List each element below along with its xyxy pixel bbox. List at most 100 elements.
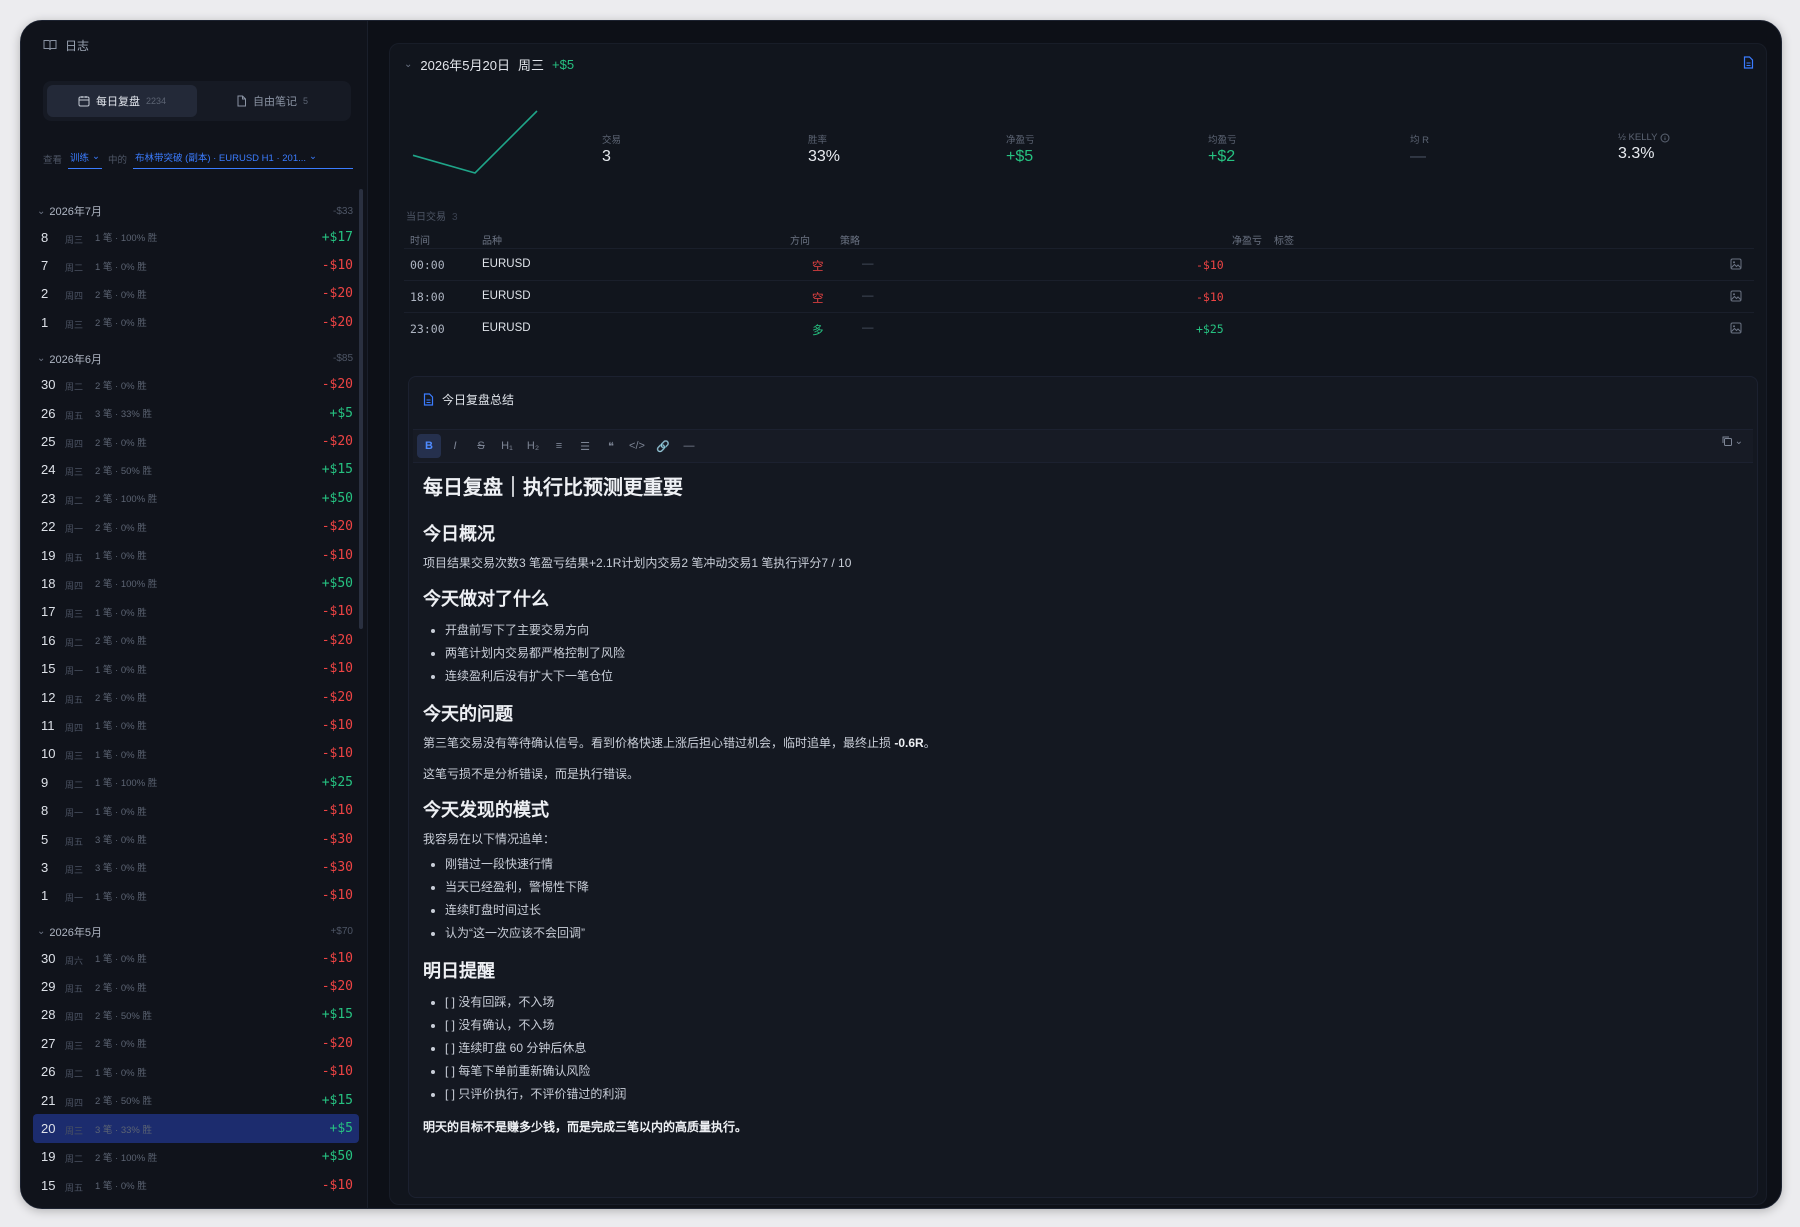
day-list-item[interactable]: 15 周五 1 笔 · 0% 胜 -$10 xyxy=(33,1171,359,1199)
day-list-item[interactable]: 27 周三 2 笔 · 0% 胜 -$20 xyxy=(33,1029,359,1057)
day-pnl: -$10 xyxy=(321,803,353,819)
italic-button[interactable]: I xyxy=(443,434,467,458)
trade-pnl: -$10 xyxy=(1196,290,1224,304)
problem-text-a: 第三笔交易没有等待确认信号。看到价格快速上涨后担心错过机会，临时追单，最终止损 xyxy=(423,736,895,750)
chevron-down-icon: ⌄ xyxy=(309,151,318,162)
filter-source-select[interactable]: 布林带突破 (副本) · EURUSD H1 · 201... ⌄ xyxy=(133,150,353,169)
link-button[interactable]: 🔗 xyxy=(651,434,675,458)
month-sum: +$70 xyxy=(330,926,353,938)
day-list-item[interactable]: 24 周三 2 笔 · 50% 胜 +$15 xyxy=(33,456,359,484)
trade-symbol: EURUSD xyxy=(482,322,531,334)
filter-view-select[interactable]: 训练 ⌄ xyxy=(68,150,102,169)
code-button[interactable]: </> xyxy=(625,434,649,458)
col-time[interactable]: 时间 xyxy=(410,232,430,247)
stat-label: ½ KELLY xyxy=(1618,132,1670,143)
day-list-item[interactable]: 26 周二 1 笔 · 0% 胜 -$10 xyxy=(33,1058,359,1086)
day-list-item[interactable]: 15 周一 1 笔 · 0% 胜 -$10 xyxy=(33,654,359,682)
trade-row[interactable]: 00:00 EURUSD 空 — -$10 xyxy=(404,248,1754,281)
trade-row[interactable]: 18:00 EURUSD 空 — -$10 xyxy=(404,280,1754,313)
editor-toolbar: B I S H₁ H₂ ≡ ☰ ❝ </> 🔗 — ⌄ xyxy=(413,429,1753,463)
trade-screenshot-button[interactable] xyxy=(1730,290,1742,305)
day-weekday: 周四 xyxy=(65,580,84,591)
day-list-item[interactable]: 23 周二 2 笔 · 100% 胜 +$50 xyxy=(33,484,359,512)
day-meta: 1 笔 · 0% 胜 xyxy=(95,261,147,273)
trade-pnl: -$10 xyxy=(1196,258,1224,272)
open-note-button[interactable] xyxy=(1743,56,1754,74)
stat-value: +$5 xyxy=(1006,148,1034,165)
bullet-list-button[interactable]: ≡ xyxy=(547,434,571,458)
day-list-item[interactable]: 29 周五 2 笔 · 0% 胜 -$20 xyxy=(33,972,359,1000)
section-pattern-text: 我容易在以下情况追单： xyxy=(423,832,556,846)
trade-screenshot-button[interactable] xyxy=(1730,322,1742,337)
col-pnl[interactable]: 净盈亏 xyxy=(1232,232,1262,247)
tab-daily-review[interactable]: 每日复盘 2234 xyxy=(47,85,197,117)
day-list-item[interactable]: 17 周三 1 笔 · 0% 胜 -$10 xyxy=(33,598,359,626)
day-list-item[interactable]: 10 周三 1 笔 · 0% 胜 -$10 xyxy=(33,740,359,768)
month-header[interactable]: ⌄ 2026年5月 +$70 xyxy=(33,920,359,944)
tab-daily-review-label: 每日复盘 xyxy=(95,96,140,108)
day-list-item[interactable]: 16 周二 2 笔 · 0% 胜 -$20 xyxy=(33,626,359,654)
day-weekday: 周三 xyxy=(65,864,84,875)
day-list-item[interactable]: 19 周五 1 笔 · 0% 胜 -$10 xyxy=(33,541,359,569)
month-header[interactable]: ⌄ 2026年6月 -$85 xyxy=(33,347,359,371)
day-pnl: -$10 xyxy=(321,1177,353,1193)
day-list-item[interactable]: 22 周一 2 笔 · 0% 胜 -$20 xyxy=(33,513,359,541)
day-list-item[interactable]: 1 周三 2 笔 · 0% 胜 -$20 xyxy=(33,308,359,336)
col-direction[interactable]: 方向 xyxy=(790,232,810,247)
trade-row[interactable]: 23:00 EURUSD 多 — +$25 xyxy=(404,312,1754,345)
month-header[interactable]: ⌄ 2026年7月 -$33 xyxy=(33,199,359,223)
col-tags[interactable]: 标签 xyxy=(1274,232,1294,247)
trade-direction: 多 xyxy=(812,325,824,337)
trade-screenshot-button[interactable] xyxy=(1730,258,1742,273)
day-number: 19 xyxy=(41,1149,56,1165)
day-number: 15 xyxy=(41,661,56,677)
day-list-item[interactable]: 1 周一 1 笔 · 0% 胜 -$10 xyxy=(33,882,359,910)
list-item: 当天已经盈利，警惕性下降 xyxy=(445,876,1743,899)
day-number: 16 xyxy=(41,632,56,648)
day-list-item[interactable]: 3 周三 3 笔 · 0% 胜 -$30 xyxy=(33,853,359,881)
day-list-item[interactable]: 21 周四 2 笔 · 50% 胜 +$15 xyxy=(33,1086,359,1114)
stat-label: 交易 xyxy=(602,132,621,146)
day-list-item[interactable]: 18 周四 2 笔 · 100% 胜 +$50 xyxy=(33,569,359,597)
info-icon[interactable] xyxy=(1660,133,1670,143)
col-strategy[interactable]: 策略 xyxy=(840,232,860,247)
day-meta: 2 笔 · 100% 胜 xyxy=(95,1152,158,1164)
day-weekday: 周五 xyxy=(65,984,84,995)
sidebar-scrollbar[interactable] xyxy=(359,189,363,629)
day-list-item[interactable]: 2 周四 2 笔 · 0% 胜 -$20 xyxy=(33,280,359,308)
day-list-item[interactable]: 25 周四 2 笔 · 0% 胜 -$20 xyxy=(33,427,359,455)
day-list-item[interactable]: 5 周五 3 笔 · 0% 胜 -$30 xyxy=(33,825,359,853)
copy-menu-button[interactable]: ⌄ xyxy=(1721,435,1743,447)
heading2-button[interactable]: H₂ xyxy=(521,434,545,458)
col-symbol[interactable]: 品种 xyxy=(482,232,502,247)
divider-button[interactable]: — xyxy=(677,434,701,458)
day-list-item[interactable]: 30 周六 1 笔 · 0% 胜 -$10 xyxy=(33,944,359,972)
heading1-button[interactable]: H₁ xyxy=(495,434,519,458)
day-number: 21 xyxy=(41,1092,56,1108)
day-number: 5 xyxy=(41,831,49,847)
day-list-item[interactable]: 8 周一 1 笔 · 0% 胜 -$10 xyxy=(33,796,359,824)
quote-button[interactable]: ❝ xyxy=(599,434,623,458)
day-list-item[interactable]: 8 周三 1 笔 · 100% 胜 +$17 xyxy=(33,223,359,251)
day-list-item[interactable]: 28 周四 2 笔 · 50% 胜 +$15 xyxy=(33,1001,359,1029)
stat-1: 胜率 33% xyxy=(808,132,840,166)
bold-button[interactable]: B xyxy=(417,434,441,458)
strike-button[interactable]: S xyxy=(469,434,493,458)
day-list-item[interactable]: 9 周二 1 笔 · 100% 胜 +$25 xyxy=(33,768,359,796)
day-list-item[interactable]: 12 周五 2 笔 · 0% 胜 -$20 xyxy=(33,683,359,711)
day-list-item[interactable]: 11 周四 1 笔 · 0% 胜 -$10 xyxy=(33,711,359,739)
day-meta: 3 笔 · 0% 胜 xyxy=(95,835,147,846)
day-list-item[interactable]: 7 周二 1 笔 · 0% 胜 -$10 xyxy=(33,251,359,279)
stat-label-text: 均盈亏 xyxy=(1208,135,1237,146)
tab-free-notes[interactable]: 自由笔记 5 xyxy=(197,85,347,117)
editor-content[interactable]: 每日复盘｜执行比预测更重要 今日概况 项目结果交易次数3 笔盈亏结果+2.1R计… xyxy=(423,471,1743,1149)
day-header[interactable]: ⌄ 2026年5月20日 周三 +$5 xyxy=(404,54,574,74)
day-list-item[interactable]: 19 周二 2 笔 · 100% 胜 +$50 xyxy=(33,1143,359,1171)
day-list-item[interactable]: 30 周二 2 笔 · 0% 胜 -$20 xyxy=(33,371,359,399)
day-meta: 1 笔 · 100% 胜 xyxy=(95,233,158,245)
day-list-item[interactable]: 26 周五 3 笔 · 33% 胜 +$5 xyxy=(33,399,359,427)
day-meta: 3 笔 · 33% 胜 xyxy=(95,409,153,421)
day-list-item[interactable]: 20 周三 3 笔 · 33% 胜 +$5 xyxy=(33,1114,359,1143)
ordered-list-button[interactable]: ☰ xyxy=(573,434,597,458)
stat-label: 均 R xyxy=(1410,132,1429,146)
